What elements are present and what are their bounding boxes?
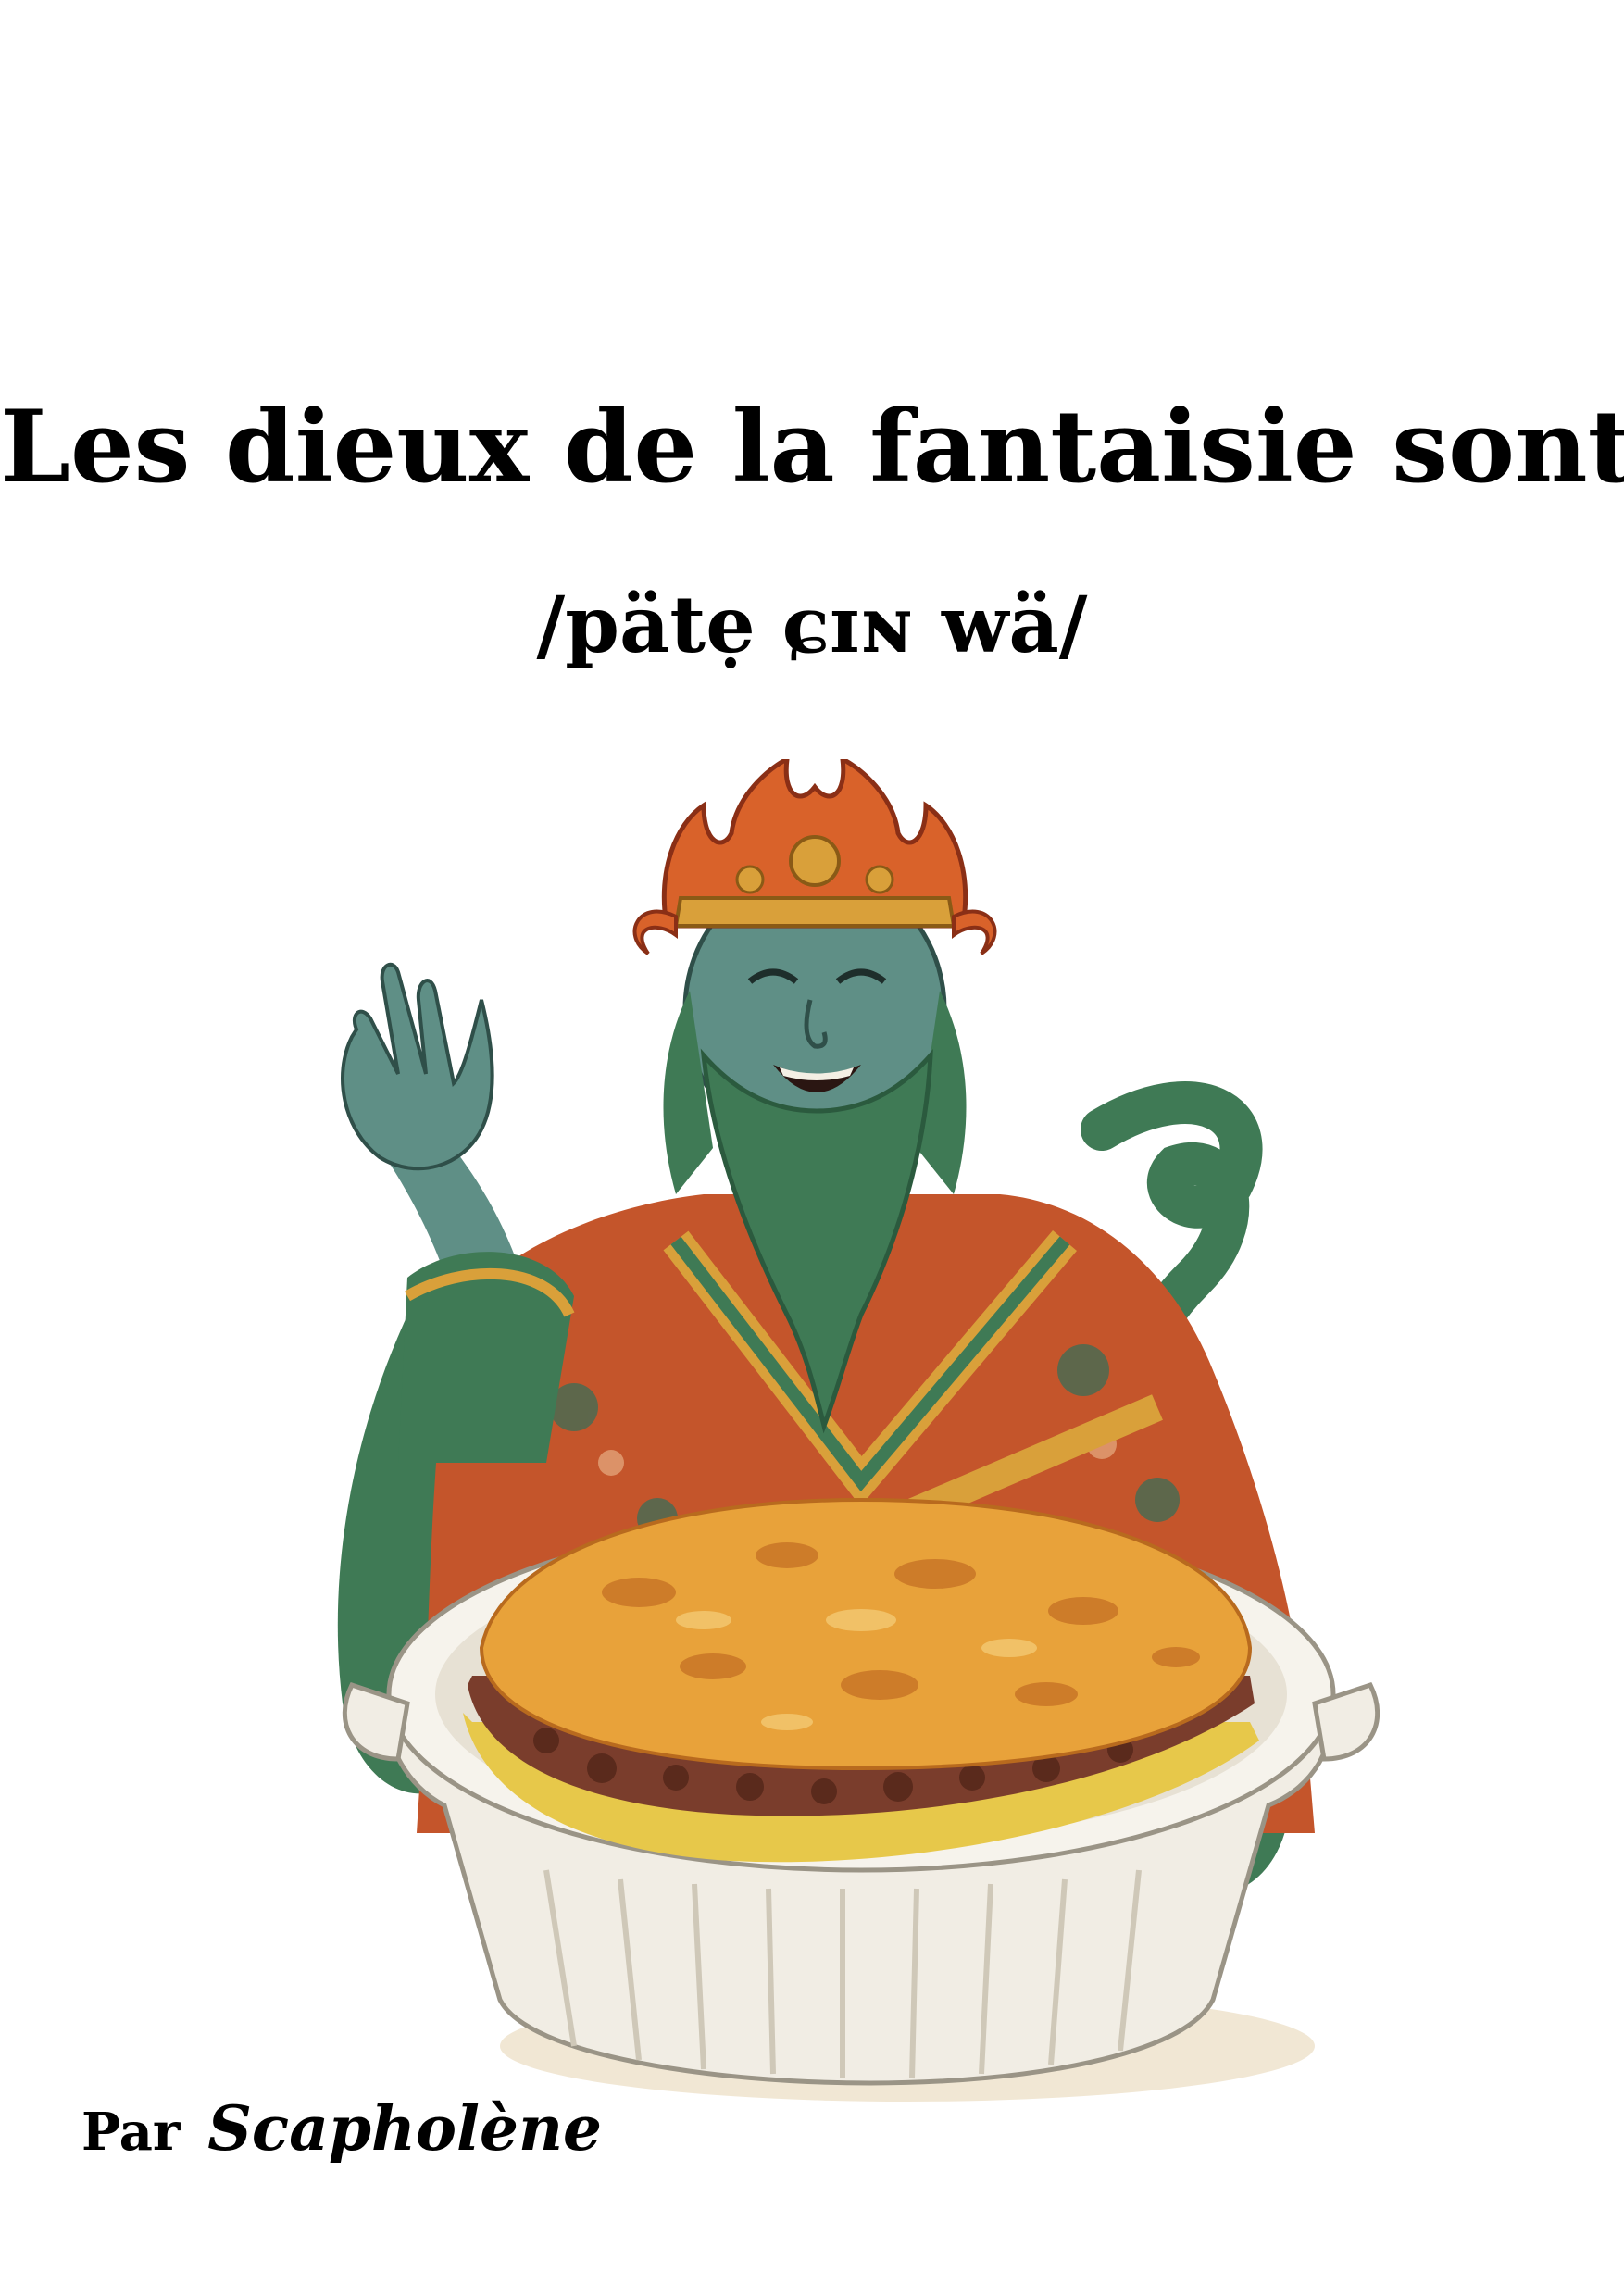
author-name: Scapholène <box>207 2092 603 2165</box>
deity-with-shepherds-pie-icon <box>337 759 1380 2102</box>
byline-prefix: Par <box>81 2102 181 2163</box>
phonetic-subtitle: /pätẹ ɕɪɴ wä/ <box>536 579 1088 670</box>
byline: Par Scapholène <box>81 2092 602 2165</box>
page-title: Les dieux de la fantaisie sont <box>0 389 1624 505</box>
